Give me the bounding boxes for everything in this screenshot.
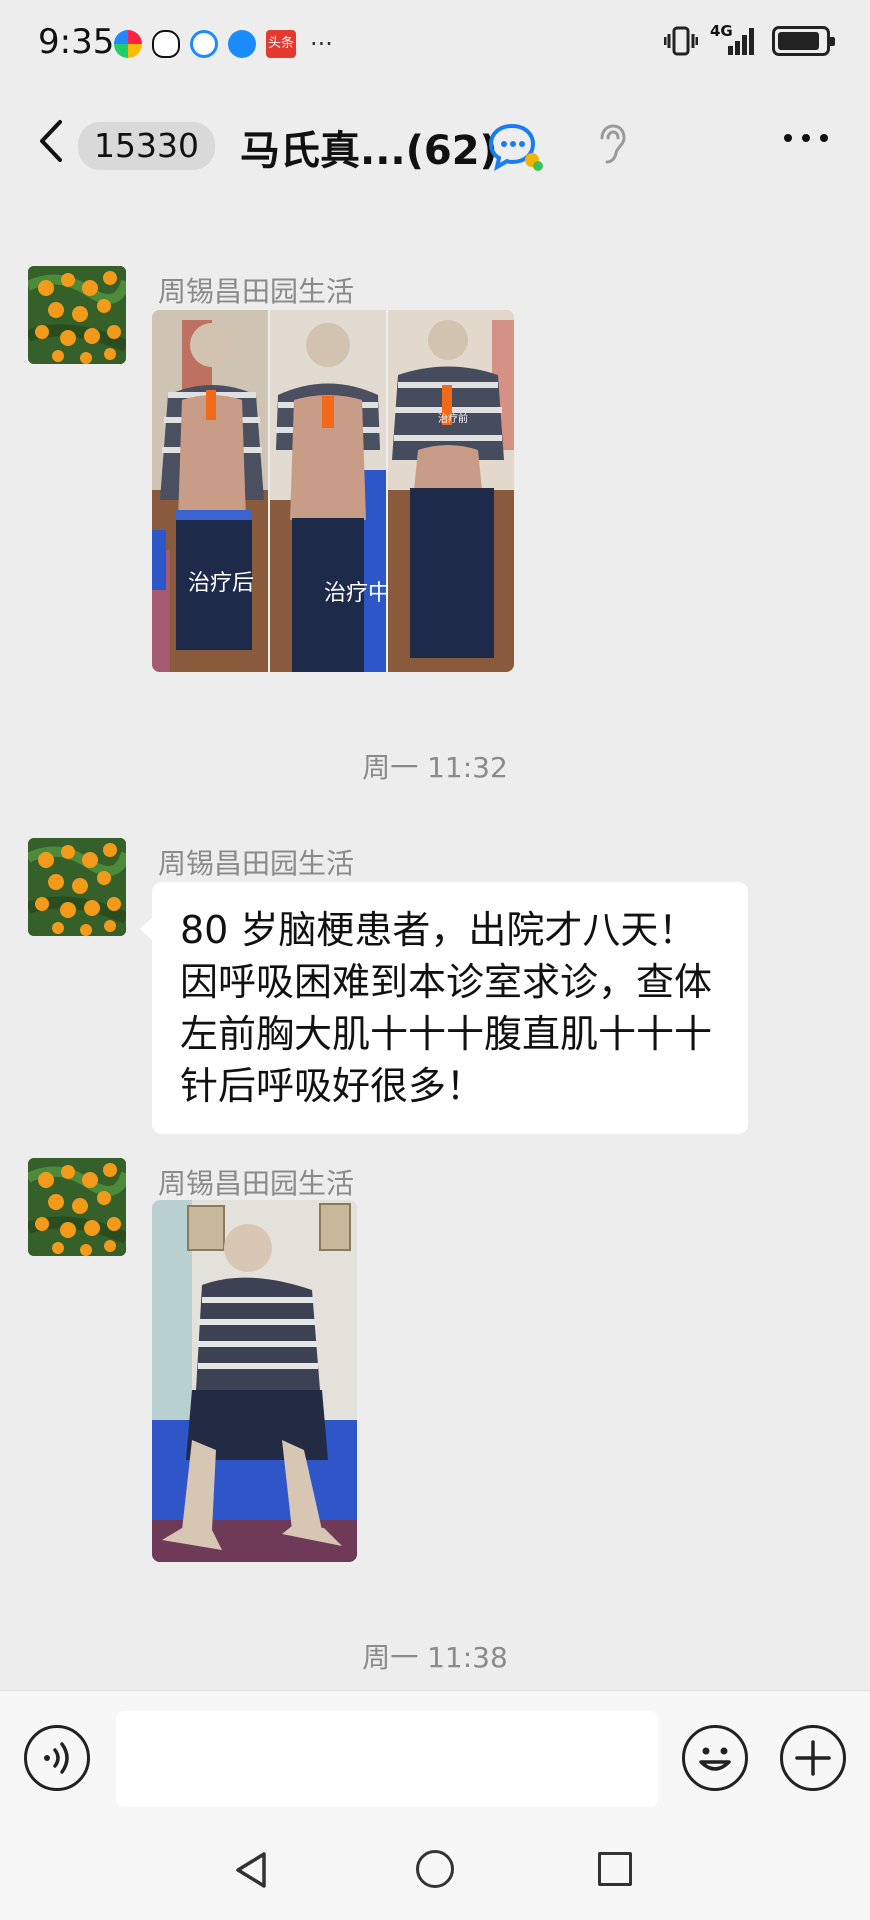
- vibrate-icon: [664, 26, 698, 56]
- message-timestamp: 周一 11:38: [362, 1641, 508, 1674]
- orange-tree-avatar-image: [28, 838, 126, 936]
- colorful-app-icon: [114, 30, 142, 58]
- treatment-comparison-image[interactable]: 治疗后 治疗中 治疗前: [152, 310, 514, 672]
- nav-home-icon[interactable]: [416, 1850, 454, 1888]
- nav-back-icon[interactable]: [232, 1850, 272, 1890]
- nav-recent-apps-icon[interactable]: [598, 1852, 632, 1886]
- smiley-icon: [699, 1747, 731, 1771]
- text-message-bubble[interactable]: 80 岁脑梗患者，出院才八天！因呼吸困难到本诊室求诊，查体左前胸大肌十十十腹直肌…: [140, 882, 748, 1134]
- sender-name: 周锡昌田园生活: [158, 1167, 355, 1200]
- patient-photo[interactable]: [152, 1200, 357, 1562]
- more-functions-button[interactable]: [780, 1725, 846, 1791]
- sender-avatar[interactable]: [28, 266, 126, 364]
- blue-bubble-icon: [228, 30, 256, 58]
- signal-icon: [728, 28, 754, 55]
- image-label-during: 治疗中: [324, 581, 390, 606]
- battery-level: [778, 32, 820, 50]
- chat-title[interactable]: 马氏真...(62): [240, 118, 498, 176]
- sender-avatar[interactable]: [28, 1158, 126, 1256]
- image-label-after: 治疗后: [188, 571, 254, 596]
- sender-name: 周锡昌田园生活: [158, 275, 355, 308]
- group-chat-icon: [488, 123, 543, 172]
- message-input[interactable]: [116, 1711, 658, 1807]
- network-indicator: 4G: [710, 22, 760, 56]
- battery-icon: [772, 26, 835, 56]
- toutiao-icon: 头条: [266, 30, 296, 58]
- system-navigation-bar: [0, 1820, 870, 1920]
- orange-tree-avatar-image: [28, 266, 126, 364]
- status-time: 9:35: [38, 22, 115, 62]
- orange-tree-avatar-image: [28, 1158, 126, 1256]
- image-label-before: 治疗前: [438, 412, 468, 425]
- status-bar: 9:35 头条 ··· 4G: [0, 0, 870, 92]
- qq-penguin-icon: [152, 30, 180, 58]
- emoji-button[interactable]: [682, 1725, 748, 1791]
- system-status: 4G: [664, 22, 835, 56]
- unread-count-badge[interactable]: 15330: [78, 122, 215, 170]
- plus-icon: [795, 1740, 831, 1776]
- chat-input-bar: [0, 1690, 870, 1820]
- back-arrow-icon[interactable]: [32, 116, 72, 166]
- more-options-icon[interactable]: [782, 128, 830, 148]
- message-timestamp: 周一 11:32: [362, 751, 508, 784]
- notification-icons: 头条 ···: [114, 30, 333, 58]
- sender-name: 周锡昌田园生活: [158, 847, 355, 880]
- voice-icon: [44, 1742, 69, 1774]
- sender-avatar[interactable]: [28, 838, 126, 936]
- chat-bubble-icon: [190, 30, 218, 58]
- ear-icon[interactable]: [594, 122, 628, 166]
- voice-input-button[interactable]: [24, 1725, 90, 1791]
- more-notifications-icon: ···: [310, 30, 333, 58]
- chat-header: 15330 马氏真...(62): [0, 92, 870, 198]
